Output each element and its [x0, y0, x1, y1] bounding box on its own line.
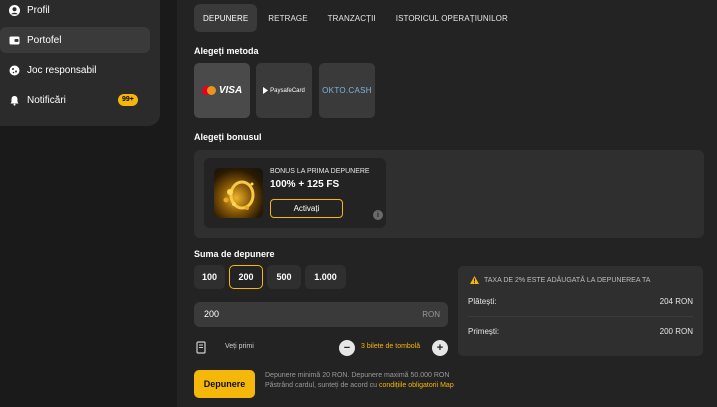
amount-preset-100[interactable]: 100: [194, 265, 225, 289]
ticket-icon: [196, 341, 206, 359]
sidebar-item-label: Portofel: [27, 34, 62, 46]
summary-divider: [468, 316, 693, 317]
pay-value: 204 RON: [659, 297, 693, 306]
tab-retrage[interactable]: RETRAGE: [259, 4, 316, 32]
info-icon[interactable]: i: [373, 210, 383, 220]
amount-preset-1000[interactable]: 1.000: [305, 265, 346, 289]
wallet-tabs: DEPUNERE RETRAGE TRANZACȚII ISTORICUL OP…: [194, 4, 519, 32]
bonus-headline: 100% + 125 FS: [270, 179, 340, 190]
wallet-main: DEPUNERE RETRAGE TRANZACȚII ISTORICUL OP…: [180, 0, 717, 407]
tab-depunere[interactable]: DEPUNERE: [194, 4, 258, 32]
account-sidebar: Profil Portofel Joc responsabil Notifică…: [0, 0, 160, 126]
fee-notice-text: TAXA DE 2% ESTE ADĂUGATĂ LA DEPUNEREA TA: [484, 276, 651, 284]
okto-cash-logo: OKTO.CASH: [322, 86, 372, 95]
deposit-terms: Depunere minimă 20 RON. Depunere maximă …: [265, 371, 455, 391]
terms-link[interactable]: condițiile obligatorii Map: [379, 382, 454, 389]
bell-icon: [9, 95, 20, 106]
deposit-button[interactable]: Depunere: [194, 370, 255, 398]
bonus-subtitle: BONUS LA PRIMA DEPUNERE: [270, 168, 370, 175]
amount-input[interactable]: 200 RON: [194, 302, 448, 327]
method-okto-cash[interactable]: OKTO.CASH: [319, 63, 375, 118]
pay-label: Plătești:: [468, 297, 497, 306]
raffle-tickets-count: 3 bilete de tombolă: [361, 343, 421, 350]
sidebar-item-joc-responsabil[interactable]: Joc responsabil: [0, 57, 150, 83]
amount-value: 200: [204, 309, 220, 319]
wallet-icon: [9, 35, 20, 46]
left-column: Profil Portofel Joc responsabil Notifică…: [0, 0, 177, 407]
minus-button[interactable]: −: [339, 340, 355, 356]
warning-icon: [470, 276, 479, 284]
amount-currency: RON: [422, 310, 440, 319]
deposit-summary: TAXA DE 2% ESTE ADĂUGATĂ LA DEPUNEREA TA…: [458, 266, 703, 356]
bonus-title: Alegeți bonusul: [194, 132, 262, 142]
gold-coins-icon: [223, 180, 255, 210]
visa-mastercard-logo: VISA: [201, 85, 243, 96]
plus-button[interactable]: +: [432, 340, 448, 356]
amount-preset-500[interactable]: 500: [267, 265, 301, 289]
tab-istoricul-operatiunilor[interactable]: ISTORICUL OPERAȚIUNILOR: [387, 4, 517, 32]
sidebar-item-label: Joc responsabil: [27, 64, 97, 76]
activate-bonus-button[interactable]: Activați: [270, 199, 343, 218]
receive-total-label: Primești:: [468, 327, 500, 336]
cookie-icon: [9, 65, 20, 76]
bonus-panel: BONUS LA PRIMA DEPUNERE 100% + 125 FS Ac…: [194, 150, 704, 238]
amount-preset-200[interactable]: 200: [229, 265, 263, 289]
method-paysafecard[interactable]: PaysafeCard: [256, 63, 312, 118]
sidebar-item-notificari[interactable]: Notificări 99+: [0, 87, 150, 113]
method-label: PaysafeCard: [270, 87, 305, 94]
receive-total-value: 200 RON: [659, 327, 693, 336]
method-label: VISA: [218, 85, 243, 96]
bonus-image: [214, 168, 263, 218]
sidebar-item-label: Notificări: [27, 94, 66, 106]
tab-tranzactii[interactable]: TRANZACȚII: [319, 4, 385, 32]
methods-title: Alegeți metoda: [194, 46, 259, 56]
amount-title: Suma de depunere: [194, 249, 275, 259]
paysafecard-logo: PaysafeCard: [263, 87, 305, 94]
notification-badge: 99+: [118, 94, 138, 106]
user-icon: [9, 4, 20, 16]
method-visa[interactable]: VISA: [194, 63, 250, 118]
sidebar-item-portofel[interactable]: Portofel: [0, 27, 150, 53]
bonus-card[interactable]: BONUS LA PRIMA DEPUNERE 100% + 125 FS Ac…: [204, 158, 386, 228]
receive-row: Veți primi − 3 bilete de tombolă +: [194, 339, 448, 357]
sidebar-item-profil[interactable]: Profil: [0, 0, 150, 23]
receive-total-row: Primești: 200 RON: [468, 327, 693, 336]
fee-notice: TAXA DE 2% ESTE ADĂUGATĂ LA DEPUNEREA TA: [470, 276, 650, 284]
receive-label: Veți primi: [225, 343, 254, 350]
pay-row: Plătești: 204 RON: [468, 297, 693, 306]
sidebar-item-label: Profil: [27, 4, 50, 16]
